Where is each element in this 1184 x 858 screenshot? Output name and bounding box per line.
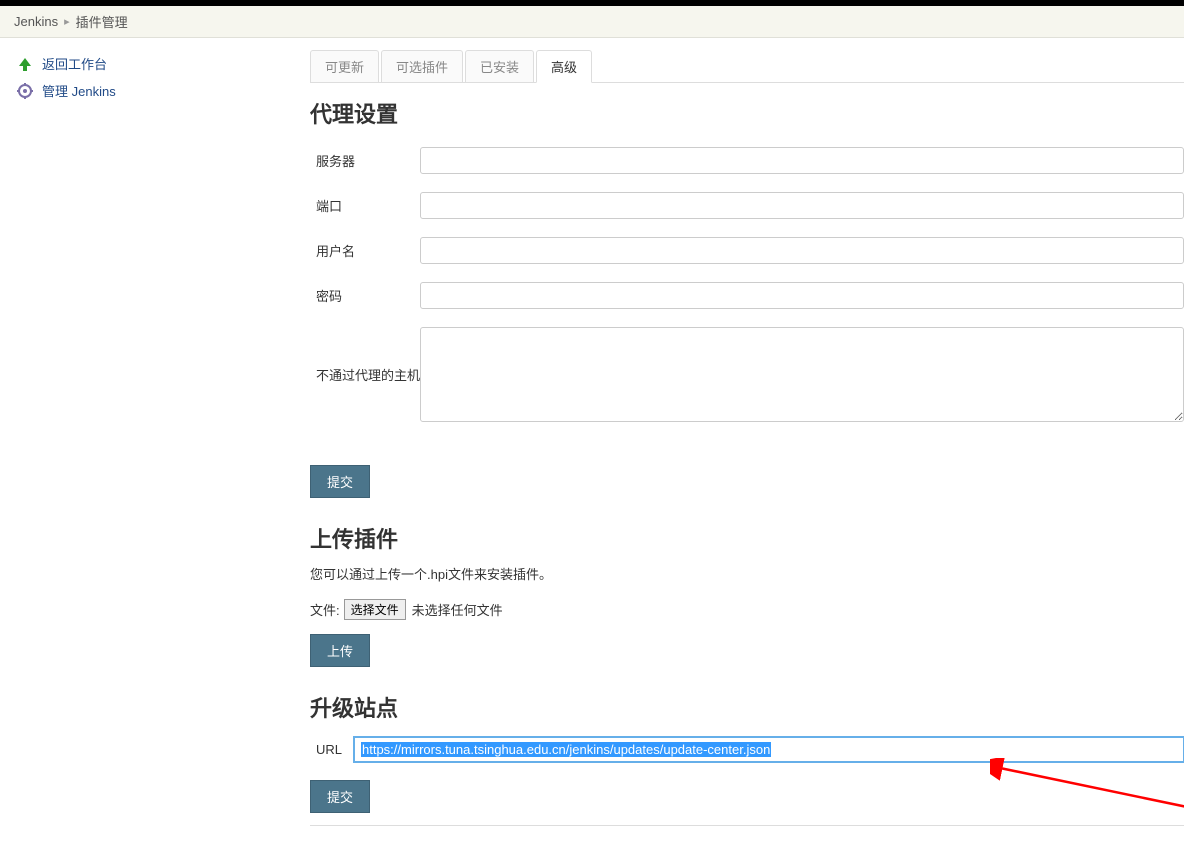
bottom-divider	[310, 825, 1184, 826]
breadcrumb: Jenkins ▸ 插件管理	[0, 6, 1184, 38]
proxy-section-title: 代理设置	[310, 97, 1184, 129]
choose-file-button[interactable]: 选择文件	[344, 599, 406, 620]
sidebar-item-back[interactable]: 返回工作台	[10, 50, 290, 77]
sidebar-item-manage[interactable]: 管理 Jenkins	[10, 77, 290, 104]
gear-icon	[16, 82, 34, 100]
updatesite-section-title: 升级站点	[310, 691, 1184, 723]
tab-available[interactable]: 可选插件	[381, 50, 463, 82]
proxy-user-label: 用户名	[310, 241, 420, 260]
breadcrumb-current-link[interactable]: 插件管理	[76, 12, 128, 31]
upload-button[interactable]: 上传	[310, 634, 370, 667]
tabs: 可更新 可选插件 已安装 高级	[310, 50, 1184, 83]
proxy-noproxy-input[interactable]	[420, 327, 1184, 422]
breadcrumb-separator: ▸	[64, 15, 70, 28]
upload-description: 您可以通过上传一个.hpi文件来安装插件。	[310, 564, 1184, 583]
main-content: 可更新 可选插件 已安装 高级 代理设置 服务器 端口 用户名 密码 不通过代理…	[300, 38, 1184, 856]
proxy-server-label: 服务器	[310, 151, 420, 170]
updatesite-submit-button[interactable]: 提交	[310, 780, 370, 813]
upload-file-label: 文件:	[310, 600, 340, 619]
proxy-submit-button[interactable]: 提交	[310, 465, 370, 498]
breadcrumb-root-link[interactable]: Jenkins	[14, 14, 58, 29]
tab-updatable[interactable]: 可更新	[310, 50, 379, 82]
proxy-user-input[interactable]	[420, 237, 1184, 264]
updatesite-url-label: URL	[310, 742, 354, 757]
sidebar-item-manage-label: 管理 Jenkins	[42, 81, 116, 100]
updatesite-url-input[interactable]: https://mirrors.tuna.tsinghua.edu.cn/jen…	[354, 737, 1184, 762]
upload-section-title: 上传插件	[310, 522, 1184, 554]
proxy-port-input[interactable]	[420, 192, 1184, 219]
up-arrow-icon	[16, 55, 34, 73]
tab-advanced[interactable]: 高级	[536, 50, 592, 83]
proxy-noproxy-label: 不通过代理的主机	[310, 327, 420, 384]
proxy-server-input[interactable]	[420, 147, 1184, 174]
annotation-arrow-icon	[990, 758, 1184, 858]
file-chosen-status: 未选择任何文件	[412, 600, 503, 619]
proxy-password-input[interactable]	[420, 282, 1184, 309]
sidebar-item-back-label: 返回工作台	[42, 54, 107, 73]
proxy-port-label: 端口	[310, 196, 420, 215]
tab-installed[interactable]: 已安装	[465, 50, 534, 82]
proxy-password-label: 密码	[310, 286, 420, 305]
sidebar: 返回工作台 管理 Jenkins	[0, 38, 300, 856]
updatesite-url-value: https://mirrors.tuna.tsinghua.edu.cn/jen…	[361, 742, 771, 757]
